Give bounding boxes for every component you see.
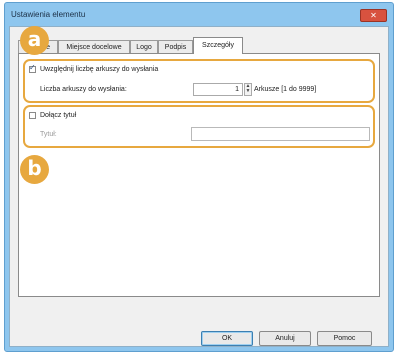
- title-group: Dołącz tytuł Tytuł:: [23, 105, 375, 148]
- include-sheet-count-checkbox[interactable]: [29, 63, 36, 73]
- sheet-count-input[interactable]: 1: [193, 83, 243, 96]
- callout-a-badge: a: [20, 26, 49, 55]
- dialog-window: Ustawienia elementu ✕ Ogólnie Miejsce do…: [4, 2, 394, 352]
- sheet-count-range: Arkusze [1 do 9999]: [254, 86, 317, 93]
- include-title-checkbox[interactable]: [29, 112, 36, 119]
- dialog-title: Ustawienia elementu: [11, 10, 86, 19]
- sheet-count-spinner[interactable]: ▲ ▼: [244, 83, 252, 96]
- title-input[interactable]: [191, 127, 370, 141]
- sheet-count-label: Liczba arkuszy do wysłania:: [40, 86, 127, 93]
- help-button[interactable]: Pomoc: [317, 331, 372, 346]
- details-panel: Uwzględnij liczbę arkuszy do wysłania Li…: [18, 53, 380, 297]
- close-button[interactable]: ✕: [360, 9, 387, 22]
- ok-button[interactable]: OK: [201, 331, 253, 346]
- tab-signature[interactable]: Podpis: [158, 40, 193, 53]
- dialog-body: Ogólnie Miejsce docelowe Logo Podpis Szc…: [9, 26, 389, 347]
- callout-b-badge: b: [20, 155, 49, 184]
- include-sheet-count-label: Uwzględnij liczbę arkuszy do wysłania: [40, 66, 159, 73]
- spin-down-icon[interactable]: ▼: [245, 89, 251, 94]
- tab-logo[interactable]: Logo: [130, 40, 158, 53]
- title-field-label: Tytuł:: [40, 131, 57, 138]
- include-title-label: Dołącz tytuł: [40, 112, 77, 119]
- title-bar[interactable]: Ustawienia elementu ✕: [5, 3, 393, 26]
- cancel-button[interactable]: Anuluj: [259, 331, 311, 346]
- tab-details[interactable]: Szczegóły: [193, 37, 243, 54]
- sheet-count-group: Uwzględnij liczbę arkuszy do wysłania Li…: [23, 59, 375, 103]
- tab-destination[interactable]: Miejsce docelowe: [58, 40, 130, 53]
